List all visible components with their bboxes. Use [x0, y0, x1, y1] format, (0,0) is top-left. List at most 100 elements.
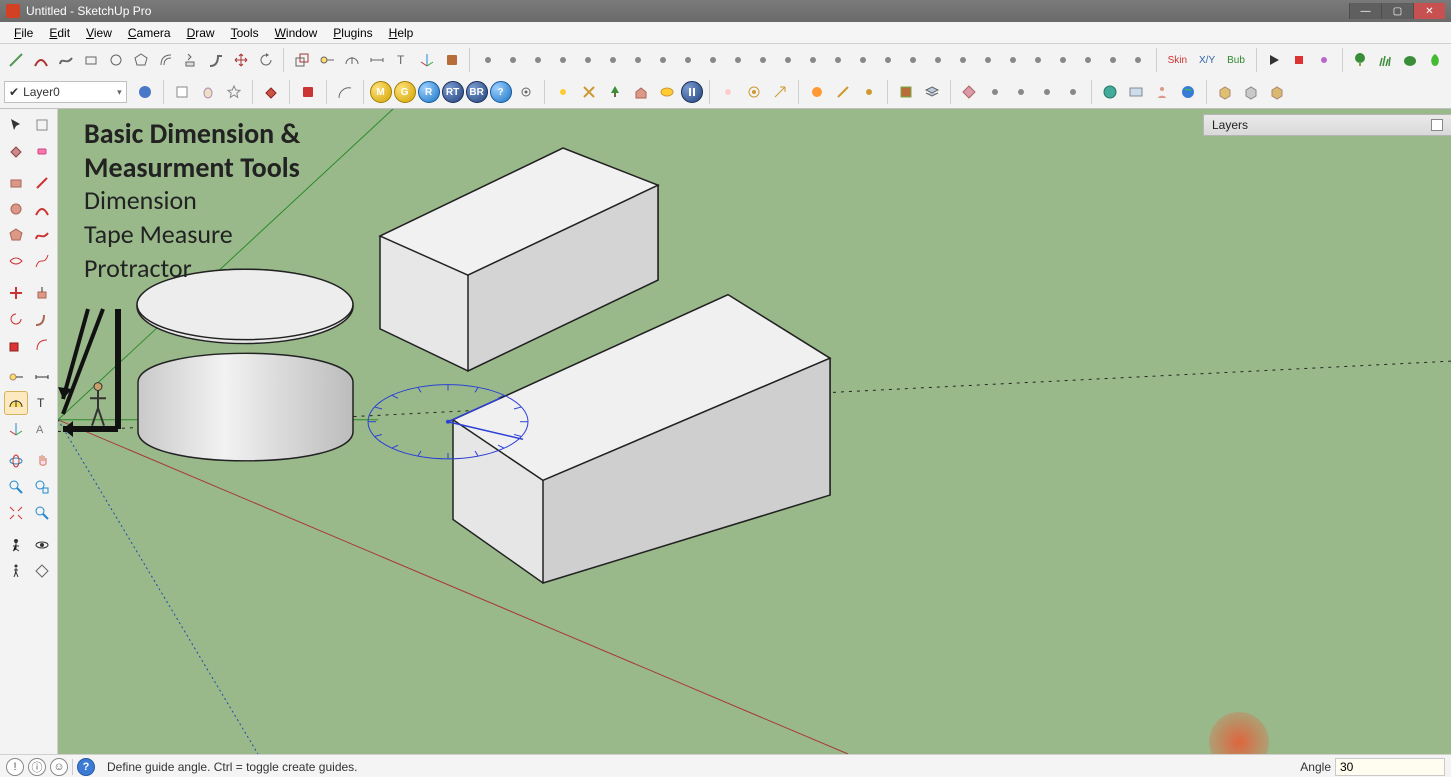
person-icon[interactable]: [1150, 80, 1174, 104]
house-icon[interactable]: [629, 80, 653, 104]
text-icon[interactable]: T: [390, 48, 413, 72]
xy-button[interactable]: X/Y: [1194, 48, 1220, 72]
skin-button[interactable]: Skin: [1163, 48, 1192, 72]
play-icon[interactable]: [1263, 48, 1286, 72]
walk-icon[interactable]: [4, 559, 28, 583]
tree-icon[interactable]: [1349, 48, 1372, 72]
text-left-icon[interactable]: T: [30, 391, 54, 415]
menu-tools[interactable]: Tools: [223, 24, 267, 42]
generic-tool-icon[interactable]: [776, 48, 799, 72]
generic-tool-icon[interactable]: [476, 48, 499, 72]
credits-icon[interactable]: ⓘ: [28, 758, 46, 776]
move-icon[interactable]: [229, 48, 252, 72]
generic-tool-icon[interactable]: [977, 48, 1000, 72]
sun-icon[interactable]: [551, 80, 575, 104]
layer-selector[interactable]: ✔ Layer0 ▾: [4, 81, 127, 103]
followme-icon[interactable]: [204, 48, 227, 72]
menu-view[interactable]: View: [78, 24, 120, 42]
light-icon[interactable]: [716, 80, 740, 104]
cross-icon[interactable]: [577, 80, 601, 104]
arrow-icon[interactable]: [768, 80, 792, 104]
generic-tool-icon[interactable]: [701, 48, 724, 72]
layer-color-icon[interactable]: [133, 80, 157, 104]
layers-panel[interactable]: Layers: [1203, 114, 1451, 136]
polygon-icon[interactable]: [129, 48, 152, 72]
grass-icon[interactable]: [1374, 48, 1397, 72]
menu-file[interactable]: File: [6, 24, 41, 42]
egg-icon[interactable]: [196, 80, 220, 104]
help-icon[interactable]: ?: [77, 758, 95, 776]
circle-tool-icon[interactable]: [4, 197, 28, 221]
generic-tool-icon[interactable]: [1102, 48, 1125, 72]
3dtext-icon[interactable]: A: [30, 417, 54, 441]
generic-tool-icon[interactable]: [601, 48, 624, 72]
vcb-input[interactable]: [1335, 758, 1445, 776]
star-icon[interactable]: [222, 80, 246, 104]
artisan-icon[interactable]: [1313, 48, 1336, 72]
stop-icon[interactable]: [1288, 48, 1311, 72]
paint-tool-icon[interactable]: [4, 139, 28, 163]
close-button[interactable]: ✕: [1413, 3, 1445, 19]
zoom-window-icon[interactable]: [30, 475, 54, 499]
generic-tool-icon[interactable]: [876, 48, 899, 72]
generic-tool-icon[interactable]: [501, 48, 524, 72]
menu-window[interactable]: Window: [267, 24, 326, 42]
sparkle-icon[interactable]: [857, 80, 881, 104]
tape-measure-icon[interactable]: [315, 48, 338, 72]
generic-tool-icon[interactable]: [651, 48, 674, 72]
menu-draw[interactable]: Draw: [179, 24, 223, 42]
layers-icon[interactable]: [920, 80, 944, 104]
bub-button[interactable]: Bub: [1222, 48, 1250, 72]
generic-tool-icon[interactable]: [826, 48, 849, 72]
scale-left-icon[interactable]: [4, 333, 28, 357]
generic-tool-icon[interactable]: [551, 48, 574, 72]
polygon-tool-icon[interactable]: [4, 223, 28, 247]
m-button[interactable]: M: [370, 81, 392, 103]
orbit-icon[interactable]: [4, 449, 28, 473]
freehand-icon[interactable]: [54, 48, 77, 72]
pin-icon[interactable]: [1431, 119, 1443, 131]
bush-icon[interactable]: [1399, 48, 1422, 72]
protractor-tool-icon[interactable]: [4, 391, 28, 415]
rectangle-tool-icon[interactable]: [4, 171, 28, 195]
rotate-left-icon[interactable]: [4, 307, 28, 331]
target-icon[interactable]: [742, 80, 766, 104]
generic-tool-icon[interactable]: [626, 48, 649, 72]
generic-tool-icon[interactable]: [1002, 48, 1025, 72]
generic-tool-icon[interactable]: [576, 48, 599, 72]
box2-icon[interactable]: [1239, 80, 1263, 104]
zoom-extents-icon[interactable]: [4, 501, 28, 525]
diamond-icon[interactable]: [957, 80, 981, 104]
generic-tool-icon[interactable]: [1127, 48, 1150, 72]
info-button[interactable]: ?: [490, 81, 512, 103]
generic-tool-icon[interactable]: [1027, 48, 1050, 72]
position-camera-icon[interactable]: [4, 533, 28, 557]
rectangle-icon[interactable]: [79, 48, 102, 72]
leaf-icon[interactable]: [1424, 48, 1447, 72]
offset-icon[interactable]: [154, 48, 177, 72]
eraser-tool-icon[interactable]: [30, 139, 54, 163]
menu-plugins[interactable]: Plugins: [325, 24, 380, 42]
book-icon[interactable]: [894, 80, 918, 104]
bezier-tool-icon[interactable]: [30, 249, 54, 273]
generic-tool-icon[interactable]: [983, 80, 1007, 104]
dimension-side-icon[interactable]: [30, 365, 54, 389]
generic-tool-icon[interactable]: [526, 48, 549, 72]
axes-icon[interactable]: [415, 48, 438, 72]
component-icon[interactable]: [170, 80, 194, 104]
tape-left-icon[interactable]: [4, 365, 28, 389]
wand-icon[interactable]: [831, 80, 855, 104]
generic-tool-icon[interactable]: [951, 48, 974, 72]
component-tool-icon[interactable]: [30, 113, 54, 137]
rotate-icon[interactable]: [254, 48, 277, 72]
generic-tool-icon[interactable]: [1009, 80, 1033, 104]
offset-left-icon[interactable]: [30, 333, 54, 357]
generic-tool-icon[interactable]: [1061, 80, 1085, 104]
tree-small-icon[interactable]: [603, 80, 627, 104]
menu-help[interactable]: Help: [381, 24, 422, 42]
viewport[interactable]: Basic Dimension & Measurment Tools Dimen…: [58, 109, 1451, 754]
pushpull-icon[interactable]: [179, 48, 202, 72]
arc2-tool-icon[interactable]: [4, 249, 28, 273]
generic-tool-icon[interactable]: [851, 48, 874, 72]
rt-button[interactable]: RT: [442, 81, 464, 103]
